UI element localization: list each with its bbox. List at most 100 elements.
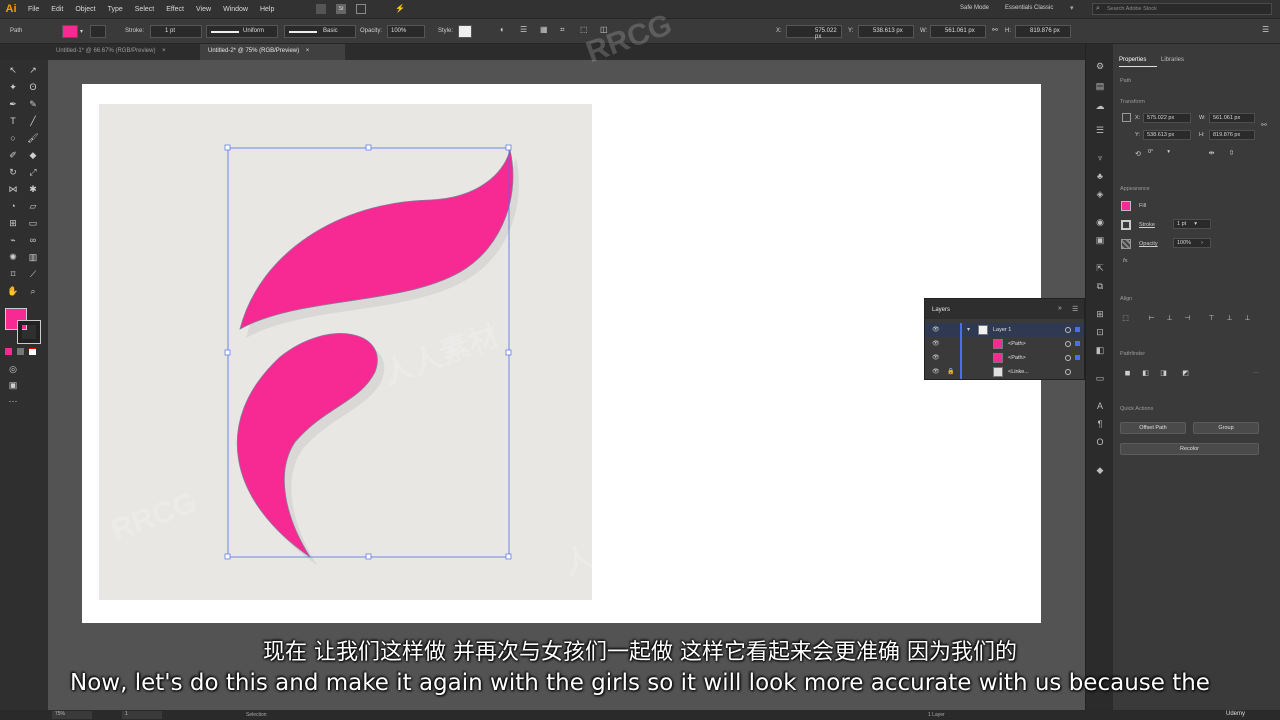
- resize-handle[interactable]: [365, 553, 372, 560]
- x-field[interactable]: 575.022 px: [786, 25, 842, 40]
- stock-icon[interactable]: St: [336, 4, 346, 14]
- canvas-area[interactable]: [48, 60, 1085, 710]
- image-trace-icon[interactable]: ▦: [540, 25, 548, 34]
- sublayer-name[interactable]: <Linke...: [1008, 369, 1029, 375]
- menu-help[interactable]: Help: [254, 6, 280, 13]
- magic-wand-tool-icon[interactable]: ✦: [6, 80, 20, 94]
- more-tools-icon[interactable]: ···: [6, 394, 20, 408]
- layers-panel-header[interactable]: Layers » ☰: [925, 299, 1084, 319]
- opentype-icon[interactable]: O: [1094, 436, 1106, 448]
- curvature-tool-icon[interactable]: ✎: [26, 97, 40, 111]
- swatches-icon[interactable]: ▣: [1094, 234, 1106, 246]
- layer-row-path[interactable]: 👁 <Path>: [925, 351, 1084, 365]
- perspective-grid-tool-icon[interactable]: ▱: [26, 199, 40, 213]
- none-mode-icon[interactable]: [29, 348, 36, 355]
- blend-tool-icon[interactable]: ∞: [26, 233, 40, 247]
- artboard[interactable]: [82, 84, 1041, 623]
- align-panel-icon[interactable]: ⊞: [1094, 308, 1106, 320]
- close-icon[interactable]: ×: [306, 48, 310, 54]
- visibility-eye-icon[interactable]: 👁: [932, 340, 940, 348]
- w-field[interactable]: 561.061 px: [1209, 113, 1255, 123]
- pathfinder-unite-icon[interactable]: ◼: [1123, 369, 1132, 378]
- pen-tool-icon[interactable]: ✒: [6, 97, 20, 111]
- layer-row-linked-file[interactable]: 👁 🔒 <Linke...: [925, 365, 1084, 379]
- properties-icon[interactable]: ⚙: [1094, 60, 1106, 72]
- resize-handle[interactable]: [505, 553, 512, 560]
- selection-indicator[interactable]: [1075, 355, 1080, 360]
- brush-definition[interactable]: Basic: [284, 25, 356, 38]
- offset-path-button[interactable]: Offset Path: [1120, 422, 1186, 434]
- libraries-icon[interactable]: ▤: [1094, 80, 1106, 92]
- width-tool-icon[interactable]: ⋈: [6, 182, 20, 196]
- panel-menu-icon[interactable]: ☰: [1262, 25, 1269, 34]
- crop-icon[interactable]: ⌗: [560, 25, 565, 35]
- menu-file[interactable]: File: [22, 6, 45, 13]
- selection-indicator[interactable]: [1075, 327, 1080, 332]
- tab-properties[interactable]: Properties: [1119, 57, 1146, 63]
- eraser-tool-icon[interactable]: ◆: [26, 148, 40, 162]
- gradient-mode-icon[interactable]: [17, 348, 24, 355]
- sublayer-name[interactable]: <Path>: [1008, 341, 1026, 347]
- align-right-icon[interactable]: ⊣: [1183, 314, 1192, 323]
- group-button[interactable]: Group: [1193, 422, 1259, 434]
- column-graph-tool-icon[interactable]: ▥: [26, 250, 40, 264]
- zoom-field[interactable]: 75%: [52, 711, 92, 719]
- sublayer-name[interactable]: <Path>: [1008, 355, 1026, 361]
- resize-handle[interactable]: [224, 144, 231, 151]
- direct-selection-tool-icon[interactable]: ↗: [26, 63, 40, 77]
- gradient-panel-icon[interactable]: ▭: [1094, 372, 1106, 384]
- resize-handle[interactable]: [505, 144, 512, 151]
- align-left-icon[interactable]: ⊢: [1147, 314, 1156, 323]
- close-icon[interactable]: ×: [162, 48, 166, 54]
- y-field[interactable]: 538.613 px: [858, 25, 914, 38]
- export-icon[interactable]: ⇱: [1094, 262, 1106, 274]
- character-icon[interactable]: A: [1094, 400, 1106, 412]
- recolor-button[interactable]: Recolor: [1120, 443, 1259, 455]
- slice-tool-icon[interactable]: ⟋: [26, 267, 40, 281]
- stroke-label[interactable]: Stroke: [1139, 222, 1155, 228]
- layer-row-layer-1[interactable]: 👁 ▾ Layer 1: [925, 323, 1084, 337]
- stroke-label[interactable]: Stroke:: [125, 28, 144, 34]
- screen-mode-icon[interactable]: ▣: [6, 378, 20, 392]
- draw-mode-icon[interactable]: ◎: [6, 362, 20, 376]
- rotate-tool-icon[interactable]: ↻: [6, 165, 20, 179]
- opacity-field[interactable]: 100%: [387, 25, 425, 38]
- transform-panel-icon[interactable]: ⊡: [1094, 326, 1106, 338]
- ellipse-tool-icon[interactable]: ○: [6, 131, 20, 145]
- menu-window[interactable]: Window: [217, 6, 254, 13]
- pathfinder-panel-icon[interactable]: ◧: [1094, 344, 1106, 356]
- fill-swatch[interactable]: [1121, 201, 1131, 211]
- menu-object[interactable]: Object: [69, 6, 101, 13]
- constrain-proportions-icon[interactable]: ⚯: [992, 26, 998, 34]
- target-icon[interactable]: [1065, 341, 1071, 347]
- eyedropper-tool-icon[interactable]: ⌁: [6, 233, 20, 247]
- fx-icon[interactable]: fx.: [1123, 258, 1129, 264]
- layers-stack-icon[interactable]: ◆: [1094, 464, 1106, 476]
- selection-indicator[interactable]: [1075, 341, 1080, 346]
- gradient-tool-icon[interactable]: ▭: [26, 216, 40, 230]
- w-field[interactable]: 561.061 px: [930, 25, 986, 38]
- resize-handle[interactable]: [224, 349, 231, 356]
- tab-untitled-1[interactable]: Untitled-1* @ 66.67% (RGB/Preview) ×: [48, 44, 200, 60]
- align-bottom-icon[interactable]: ⊥: [1243, 314, 1252, 323]
- scale-tool-icon[interactable]: ⤢: [26, 165, 40, 179]
- collapse-icon[interactable]: »: [1058, 305, 1062, 312]
- brushes-icon[interactable]: ♆: [1094, 152, 1106, 164]
- pathfinder-exclude-icon[interactable]: ◩: [1181, 369, 1190, 378]
- opacity-label[interactable]: Opacity:: [360, 28, 382, 34]
- stroke-weight-field[interactable]: 1 pt ▾: [1173, 219, 1211, 229]
- paintbrush-tool-icon[interactable]: 🖌: [26, 131, 40, 145]
- stroke-weight-field[interactable]: 1 pt: [150, 25, 202, 38]
- visibility-eye-icon[interactable]: 👁: [932, 368, 940, 376]
- safe-mode-label[interactable]: Safe Mode: [960, 5, 989, 11]
- pathfinder-minus-front-icon[interactable]: ◧: [1141, 369, 1150, 378]
- align-icon[interactable]: ☰: [520, 25, 527, 34]
- shape-builder-tool-icon[interactable]: ◔: [6, 199, 20, 213]
- align-to-selection-icon[interactable]: ⬚: [1121, 314, 1130, 323]
- resize-handle[interactable]: [365, 144, 372, 151]
- mesh-tool-icon[interactable]: ⊞: [6, 216, 20, 230]
- cc-libraries-icon[interactable]: ☁: [1094, 100, 1106, 112]
- artboards-icon[interactable]: ⧉: [1094, 280, 1106, 292]
- gpu-performance-icon[interactable]: ⚡: [395, 4, 405, 14]
- puppet-warp-tool-icon[interactable]: ✱: [26, 182, 40, 196]
